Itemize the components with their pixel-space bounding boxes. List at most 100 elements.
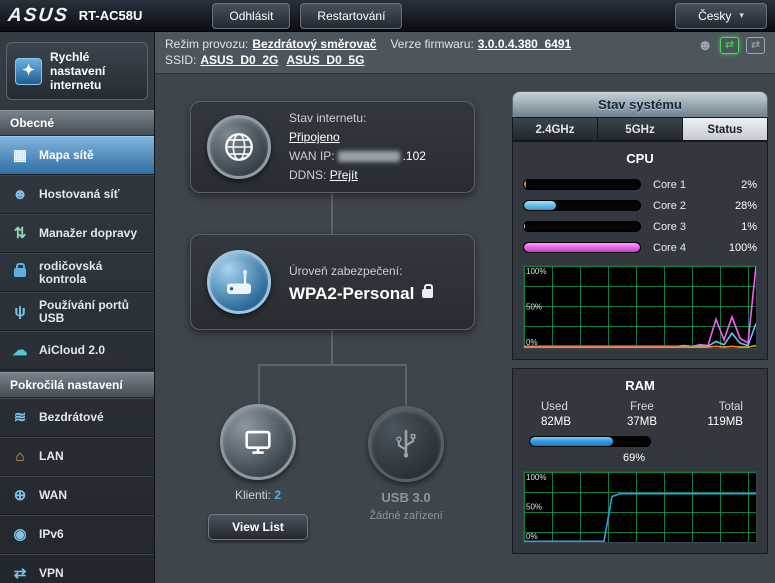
security-text: Úroveň zabezpečení: WPA2-Personal (289, 262, 433, 303)
security-value: WPA2-Personal (289, 284, 414, 303)
cpu-core-row: Core 3 1% (523, 216, 757, 237)
lock-icon (422, 289, 433, 298)
usb-icon (389, 427, 423, 461)
network-status-icon[interactable]: ⇄ (746, 37, 765, 54)
traffic-manager-icon: ⇅ (10, 227, 30, 240)
sidebar-item-label: LAN (39, 450, 64, 463)
sidebar-item-guest-network[interactable]: ☻ Hostovaná síť (0, 175, 154, 214)
cloud-icon: ☁ (10, 344, 30, 357)
sidebar-item-label: rodičovská kontrola (39, 260, 148, 286)
connector-line (405, 364, 407, 408)
cpu-graph-ylabel-50: 50% (526, 303, 542, 312)
wan-globe-icon: ⊕ (10, 489, 30, 502)
firmware-label: Verze firmwaru: (390, 37, 473, 51)
status-tabs: 2.4GHz 5GHz Status (512, 117, 768, 141)
body-layout: ✦ Rychlé nastavení internetu Obecné ▦ Ma… (0, 32, 775, 583)
clients-count-row: Klienti: 2 (198, 488, 318, 502)
connector-line (258, 364, 406, 366)
ram-used-value: 82MB (541, 416, 571, 428)
network-map-icon: ▦ (10, 149, 30, 162)
language-selector[interactable]: Česky ▾ (675, 3, 767, 29)
cpu-core2-percent: 28% (719, 200, 757, 212)
status-icons: ☻ ⇄ ⇄ (697, 37, 765, 54)
internet-globe-icon[interactable] (207, 115, 271, 179)
ram-graph-ylabel-0: 0% (526, 532, 538, 541)
client-monitor-icon (241, 425, 275, 459)
asus-logo: ASUS (7, 5, 70, 27)
top-bar: ASUS RT-AC58U Odhlásit Restartování Česk… (0, 0, 775, 32)
wan-ip-label: WAN IP: (289, 149, 335, 163)
internet-status-link[interactable]: Připojeno (289, 130, 340, 144)
connector-line (331, 193, 333, 234)
tab-status[interactable]: Status (683, 117, 768, 141)
sidebar-item-aicloud[interactable]: ☁ AiCloud 2.0 (0, 331, 154, 370)
clients-icon[interactable]: ☻ (697, 38, 713, 54)
language-label: Česky (698, 9, 731, 23)
internet-status-title: Stav internetu: (289, 109, 426, 128)
cpu-section: CPU Core 1 2% Core 2 28% (512, 141, 768, 360)
sidebar-item-vpn[interactable]: ⇄ VPN (0, 554, 154, 583)
info-row-1: Režim provozu: Bezdrátový směrovač Verze f… (165, 36, 765, 52)
cpu-core1-fill (524, 180, 526, 189)
ram-free-label: Free (630, 401, 654, 413)
sidebar-item-wireless[interactable]: ≋ Bezdrátové (0, 398, 154, 437)
sidebar-item-traffic-manager[interactable]: ⇅ Manažer dopravy (0, 214, 154, 253)
sidebar-item-parental-control[interactable]: rodičovská kontrola (0, 253, 154, 292)
sidebar-item-usb-application[interactable]: ψ Používání portů USB (0, 292, 154, 331)
info-bar: Režim provozu: Bezdrátový směrovač Verze f… (155, 32, 775, 74)
router-admin-page: ASUS RT-AC58U Odhlásit Restartování Česk… (0, 0, 775, 583)
sidebar-item-network-map[interactable]: ▦ Mapa sítě (0, 136, 154, 175)
ram-used-label: Used (541, 401, 568, 413)
cpu-title: CPU (523, 148, 757, 174)
sidebar-item-label: Mapa sítě (39, 149, 94, 162)
content-area: Stav internetu: Připojeno WAN IP:.102 DD… (155, 74, 775, 583)
ram-total-value: 119MB (707, 416, 743, 428)
wan-ip-row: WAN IP:.102 (289, 147, 426, 166)
clients-circle[interactable] (220, 404, 296, 480)
clients-count: 2 (274, 488, 281, 502)
wireless-icon: ≋ (10, 411, 30, 424)
security-level-card: Úroveň zabezpečení: WPA2-Personal (190, 234, 475, 330)
ddns-link[interactable]: Přejít (330, 168, 358, 182)
op-mode-label: Režim provozu: (165, 37, 248, 51)
sidebar-item-label: VPN (39, 567, 64, 580)
ram-free-col: Free 37MB (608, 401, 675, 428)
chevron-down-icon: ▾ (739, 10, 744, 21)
usb-device-circle[interactable] (368, 406, 444, 482)
tab-2-4ghz[interactable]: 2.4GHz (512, 117, 598, 141)
ddns-label: DDNS: (289, 168, 326, 182)
sidebar-item-ipv6[interactable]: ◉ IPv6 (0, 515, 154, 554)
vpn-icon: ⇄ (10, 567, 30, 580)
globe-icon (222, 130, 256, 164)
usb-subtitle: Žádné zařízení (346, 510, 466, 522)
cpu-usage-graph: 100% 50% 0% (523, 265, 757, 349)
system-status-header: Stav systému (512, 91, 768, 117)
sidebar-item-lan[interactable]: ⌂ LAN (0, 437, 154, 476)
logout-button[interactable]: Odhlásit (212, 3, 290, 29)
quick-internet-setup-label: Rychlé nastavení internetu (50, 50, 139, 92)
ddns-row: DDNS: Přejít (289, 166, 426, 185)
quick-internet-setup-button[interactable]: ✦ Rychlé nastavení internetu (6, 42, 148, 100)
sidebar-item-label: Manažer dopravy (39, 227, 137, 240)
sidebar-item-label: AiCloud 2.0 (39, 344, 105, 357)
ram-title: RAM (523, 375, 757, 401)
ssid-5g-link[interactable]: ASUS_D0_5G (286, 53, 364, 67)
cpu-core4-fill (524, 243, 640, 252)
security-value-row: WPA2-Personal (289, 284, 433, 303)
tab-5ghz[interactable]: 5GHz (598, 117, 683, 141)
op-mode-link[interactable]: Bezdrátový směrovač (252, 37, 376, 51)
ram-graph-ylabel-50: 50% (526, 503, 542, 512)
reboot-button[interactable]: Restartování (300, 3, 402, 29)
sidebar: ✦ Rychlé nastavení internetu Obecné ▦ Ma… (0, 32, 155, 583)
cpu-core2-fill (524, 201, 556, 210)
guest-network-icon: ☻ (10, 188, 30, 201)
firmware-version-link[interactable]: 3.0.0.4.380_6491 (478, 37, 571, 51)
view-list-button[interactable]: View List (208, 514, 308, 540)
system-status-panel: Stav systému 2.4GHz 5GHz Status CPU Core… (512, 91, 768, 583)
ssid-2g-link[interactable]: ASUS_D0_2G (200, 53, 278, 67)
cpu-graph-ylabel-0: 0% (526, 338, 538, 347)
network-status-icon-active[interactable]: ⇄ (720, 37, 739, 54)
router-device-icon[interactable] (207, 250, 271, 314)
sidebar-item-wan[interactable]: ⊕ WAN (0, 476, 154, 515)
lan-home-icon: ⌂ (10, 450, 30, 463)
